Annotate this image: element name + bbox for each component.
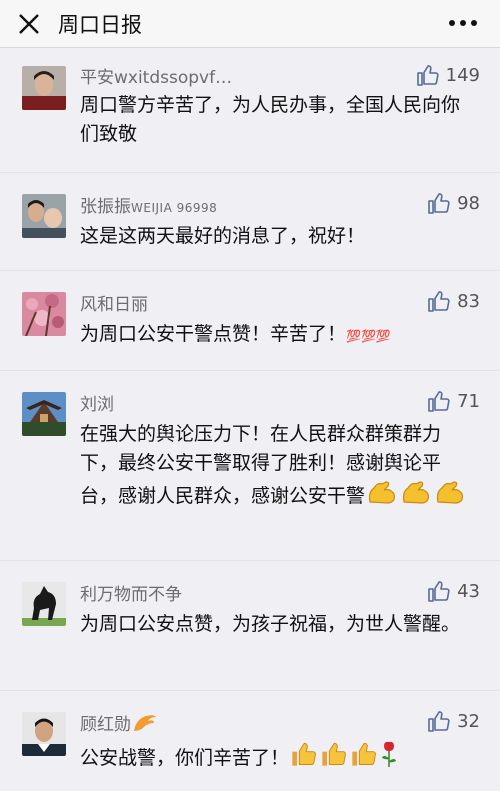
commenter-name: 利万物而不争: [80, 585, 182, 605]
avatar[interactable]: [22, 392, 66, 436]
commenter-name: 刘浏: [80, 395, 114, 415]
comment-text: 在强大的舆论压力下！在人民群众群策群力下，最终公安干警取得了胜利！感谢舆论平台，…: [80, 420, 475, 515]
avatar[interactable]: [22, 66, 66, 110]
comment-text: 公安战警，你们辛苦了！: [80, 740, 475, 777]
commenter-name-text: 张振振: [80, 197, 131, 217]
like-button[interactable]: 98: [427, 190, 480, 216]
thumbs-up-icon: [428, 391, 450, 412]
commenter-name-suffix: WEIJIA 96998: [131, 201, 218, 215]
thumbs-up-icon: [428, 291, 450, 312]
badge-icon: [132, 713, 158, 738]
thumbs-up-icon: [428, 193, 450, 214]
like-count: 98: [457, 192, 480, 214]
commenter-name: 平安wxitdssopvf…: [80, 68, 233, 88]
comment-text: 这是这两天最好的消息了，祝好！: [80, 225, 366, 247]
divider: [0, 370, 500, 371]
divider: [0, 172, 500, 173]
like-button[interactable]: 43: [427, 578, 480, 604]
close-icon[interactable]: [16, 11, 42, 37]
comment-text-body: 公安战警，你们辛苦了！: [80, 747, 290, 769]
divider: [0, 270, 500, 271]
like-count: 83: [457, 290, 480, 312]
top-bar: 周口日报: [0, 0, 500, 48]
like-button[interactable]: 149: [416, 62, 480, 88]
comment-text-tail: 💯💯💯: [346, 329, 391, 343]
like-count: 149: [445, 64, 480, 86]
avatar[interactable]: [22, 712, 66, 756]
divider: [0, 690, 500, 691]
commenter-name-text: 顾红勋: [80, 715, 131, 735]
more-icon[interactable]: [448, 13, 478, 33]
like-button[interactable]: 71: [427, 388, 480, 414]
thumbs-up-icon: [416, 65, 439, 86]
like-button[interactable]: 32: [427, 708, 480, 734]
divider: [0, 560, 500, 561]
avatar[interactable]: [22, 292, 66, 336]
avatar[interactable]: [22, 194, 66, 238]
thumbs-up-icon: [428, 581, 450, 602]
thumbs-up-emoji-2: [320, 740, 348, 777]
thumbs-up-emoji-3: [350, 740, 378, 777]
commenter-name: 顾红勋: [80, 710, 159, 738]
thumbs-up-icon: [428, 711, 450, 732]
avatar[interactable]: [22, 582, 66, 626]
flexed-biceps-emoji-2: [400, 478, 432, 515]
page-title: 周口日报: [58, 13, 142, 37]
commenter-name: 张振振WEIJIA 96998: [80, 192, 217, 217]
like-count: 43: [457, 580, 480, 602]
commenter-name: 风和日丽: [80, 295, 148, 315]
thumbs-up-emoji-1: [290, 740, 318, 777]
comment-text: 为周口公安点赞，为孩子祝福，为世人警醒。: [80, 613, 461, 635]
flexed-biceps-emoji-3: [434, 478, 466, 515]
rose-emoji: [380, 740, 398, 777]
like-count: 71: [457, 390, 480, 412]
flexed-biceps-emoji-1: [366, 478, 398, 515]
like-button[interactable]: 83: [427, 288, 480, 314]
comment-text-body: 为周口公安干警点赞！辛苦了！: [80, 323, 347, 345]
like-count: 32: [457, 710, 480, 732]
comment-text: 为周口公安干警点赞！辛苦了！💯💯💯: [80, 320, 475, 351]
comment-text: 周口警方辛苦了，为人民办事，全国人民向你们致敬: [80, 94, 461, 145]
